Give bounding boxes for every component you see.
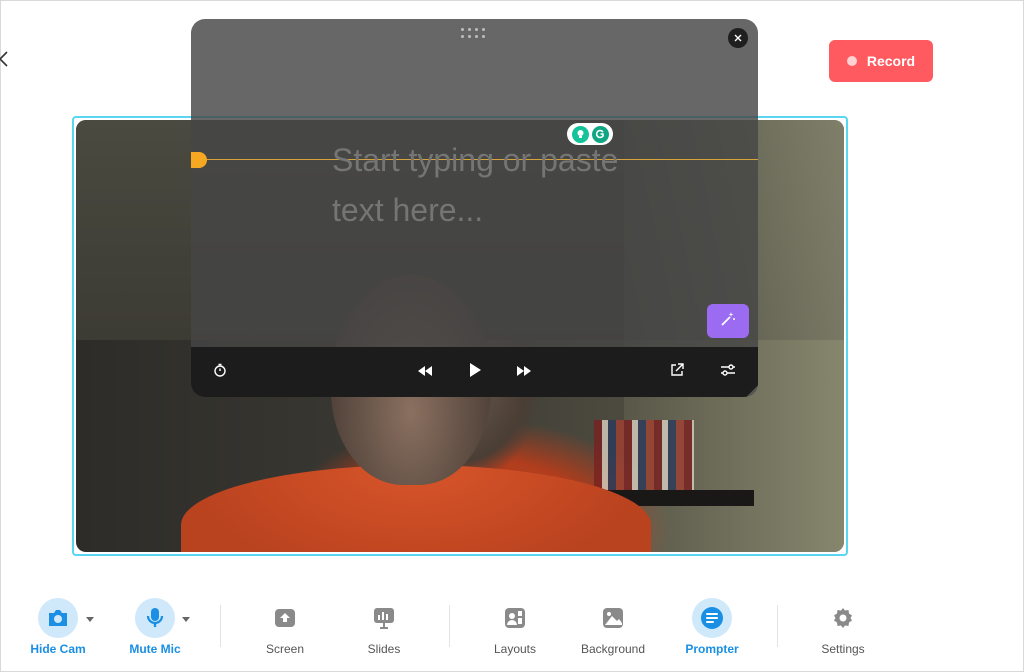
timer-button[interactable] bbox=[208, 360, 232, 384]
video-books bbox=[594, 420, 694, 492]
close-prompter-button[interactable] bbox=[728, 28, 748, 48]
chevron-down-icon bbox=[182, 609, 190, 627]
prompter-panel[interactable] bbox=[191, 19, 758, 397]
hide-cam-button[interactable]: Hide Cam bbox=[18, 598, 98, 658]
prompter-button[interactable]: Prompter bbox=[672, 598, 752, 658]
settings-button[interactable]: Settings bbox=[803, 598, 883, 658]
prompter-label: Prompter bbox=[685, 642, 739, 656]
rewind-button[interactable] bbox=[413, 360, 437, 384]
close-icon bbox=[734, 29, 742, 47]
background-label: Background bbox=[580, 642, 646, 656]
layouts-button[interactable]: Layouts bbox=[475, 598, 555, 658]
toolbar-divider bbox=[220, 605, 221, 647]
record-dot-icon bbox=[846, 56, 857, 66]
slides-icon bbox=[364, 598, 404, 638]
record-label: Record bbox=[866, 53, 916, 69]
back-button[interactable] bbox=[0, 49, 11, 73]
settings-label: Settings bbox=[821, 642, 865, 656]
record-button[interactable]: Record bbox=[829, 40, 933, 82]
gear-icon bbox=[823, 598, 863, 638]
grammarly-hint-icon bbox=[571, 125, 589, 143]
prompter-text-input[interactable] bbox=[332, 135, 632, 235]
prompter-settings-button[interactable] bbox=[716, 360, 740, 384]
chevron-left-icon bbox=[0, 50, 9, 73]
prompter-icon bbox=[692, 598, 732, 638]
toolbar-divider bbox=[777, 605, 778, 647]
screen-button[interactable]: Screen bbox=[245, 598, 325, 658]
image-icon bbox=[593, 598, 633, 638]
mute-mic-button[interactable]: Mute Mic bbox=[115, 598, 195, 658]
drag-handle-icon[interactable] bbox=[461, 28, 489, 40]
layouts-label: Layouts bbox=[493, 642, 537, 656]
screen-label: Screen bbox=[265, 642, 305, 656]
play-button[interactable] bbox=[463, 360, 487, 384]
chevron-down-icon bbox=[86, 609, 94, 627]
external-link-icon bbox=[670, 362, 684, 382]
microphone-icon bbox=[135, 598, 175, 638]
camera-icon bbox=[38, 598, 78, 638]
mic-dropdown-arrow[interactable] bbox=[180, 614, 192, 622]
magic-wand-icon bbox=[720, 311, 736, 332]
magic-wand-button[interactable] bbox=[707, 304, 749, 338]
fast-forward-button[interactable] bbox=[512, 360, 536, 384]
hide-cam-label: Hide Cam bbox=[30, 642, 86, 656]
popout-button[interactable] bbox=[665, 360, 689, 384]
prompter-controls-bar bbox=[191, 347, 758, 397]
layouts-icon bbox=[495, 598, 535, 638]
fast-forward-icon bbox=[517, 363, 531, 381]
reading-guide-marker[interactable] bbox=[191, 152, 207, 168]
grammarly-icon[interactable] bbox=[567, 123, 613, 145]
timer-icon bbox=[213, 363, 227, 382]
camera-dropdown-arrow[interactable] bbox=[84, 614, 96, 622]
toolbar-divider bbox=[449, 605, 450, 647]
rewind-icon bbox=[418, 363, 432, 381]
play-icon bbox=[469, 362, 481, 382]
slides-button[interactable]: Slides bbox=[344, 598, 424, 658]
slides-label: Slides bbox=[367, 642, 401, 656]
resize-handle[interactable] bbox=[746, 385, 758, 397]
sliders-icon bbox=[721, 363, 735, 381]
screen-share-icon bbox=[265, 598, 305, 638]
background-button[interactable]: Background bbox=[573, 598, 653, 658]
mute-mic-label: Mute Mic bbox=[129, 642, 181, 656]
grammarly-logo-icon bbox=[591, 125, 609, 143]
